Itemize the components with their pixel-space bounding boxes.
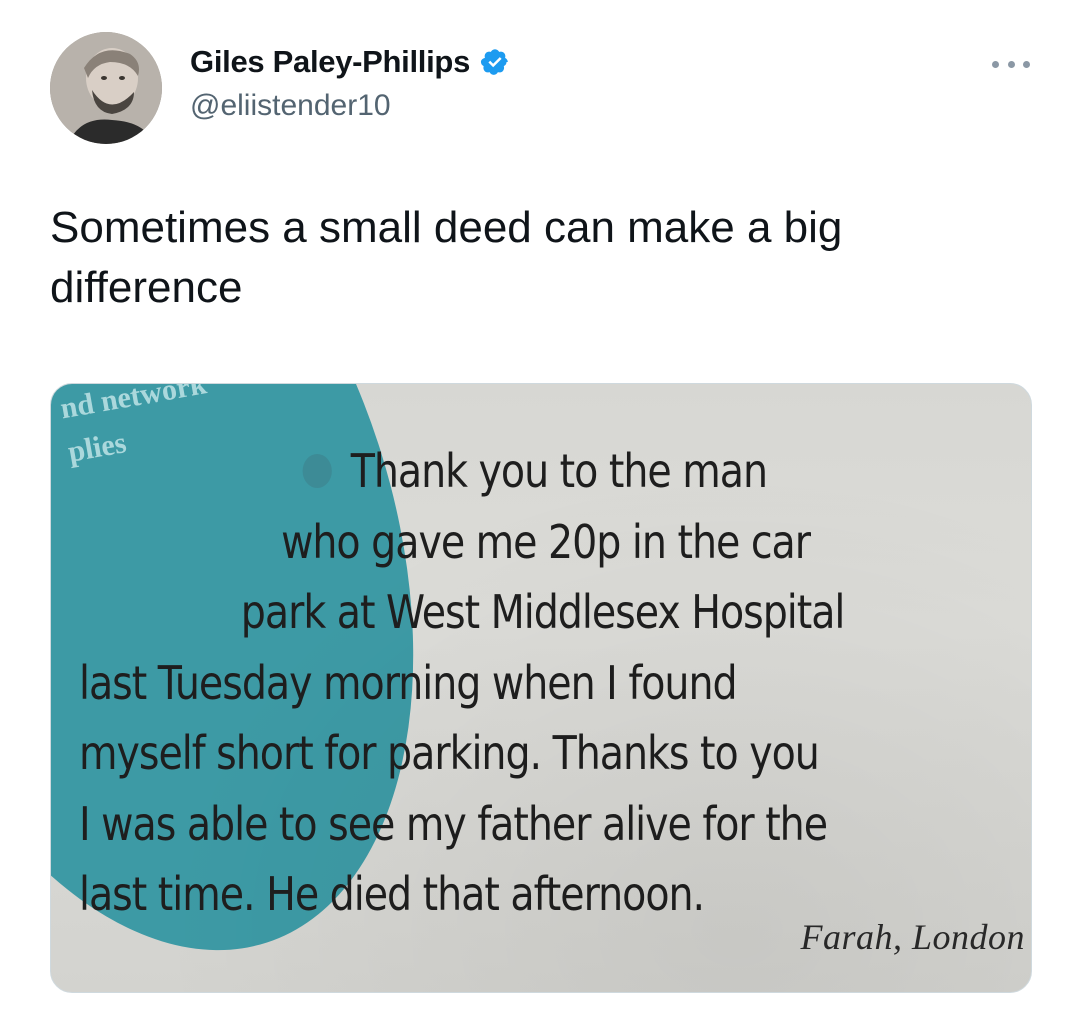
clipping-line: who gave me 20p in the car [281, 514, 811, 569]
display-name[interactable]: Giles Paley-Phillips [190, 44, 470, 80]
avatar[interactable] [50, 32, 162, 144]
clipping-line: myself short for parking. Thanks to you [79, 726, 820, 780]
tweet-image[interactable]: nd network plies Thank you to the man wh… [50, 383, 1032, 993]
clipping-line: Thank you to the man [79, 436, 905, 507]
clipping-line: last time. He died that afternoon. [79, 867, 705, 921]
clipping-line-text: Thank you to the man [350, 444, 768, 498]
more-options-icon[interactable] [992, 54, 1030, 74]
tweet-card: Giles Paley-Phillips @eliistender10 Some… [0, 0, 1080, 1029]
profile-photo-icon [50, 32, 162, 144]
newspaper-clipping-text: Thank you to the man who gave me 20p in … [79, 436, 905, 930]
verified-badge-icon [480, 47, 510, 77]
clipping-signature: Farah, London [800, 917, 1025, 957]
dot-icon [1023, 60, 1030, 68]
bullet-icon [302, 453, 332, 488]
author-name-row: Giles Paley-Phillips [190, 44, 510, 80]
tweet-text: Sometimes a small deed can make a big di… [50, 203, 843, 312]
clipping-line: last Tuesday morning when I found [79, 655, 738, 710]
dot-icon [992, 60, 999, 68]
clipping-line: park at West Middlesex Hospital [240, 585, 846, 639]
dot-icon [1007, 60, 1015, 68]
author-handle[interactable]: @eliistender10 [190, 89, 391, 123]
clipping-line: I was able to see my father alive for th… [79, 796, 828, 851]
